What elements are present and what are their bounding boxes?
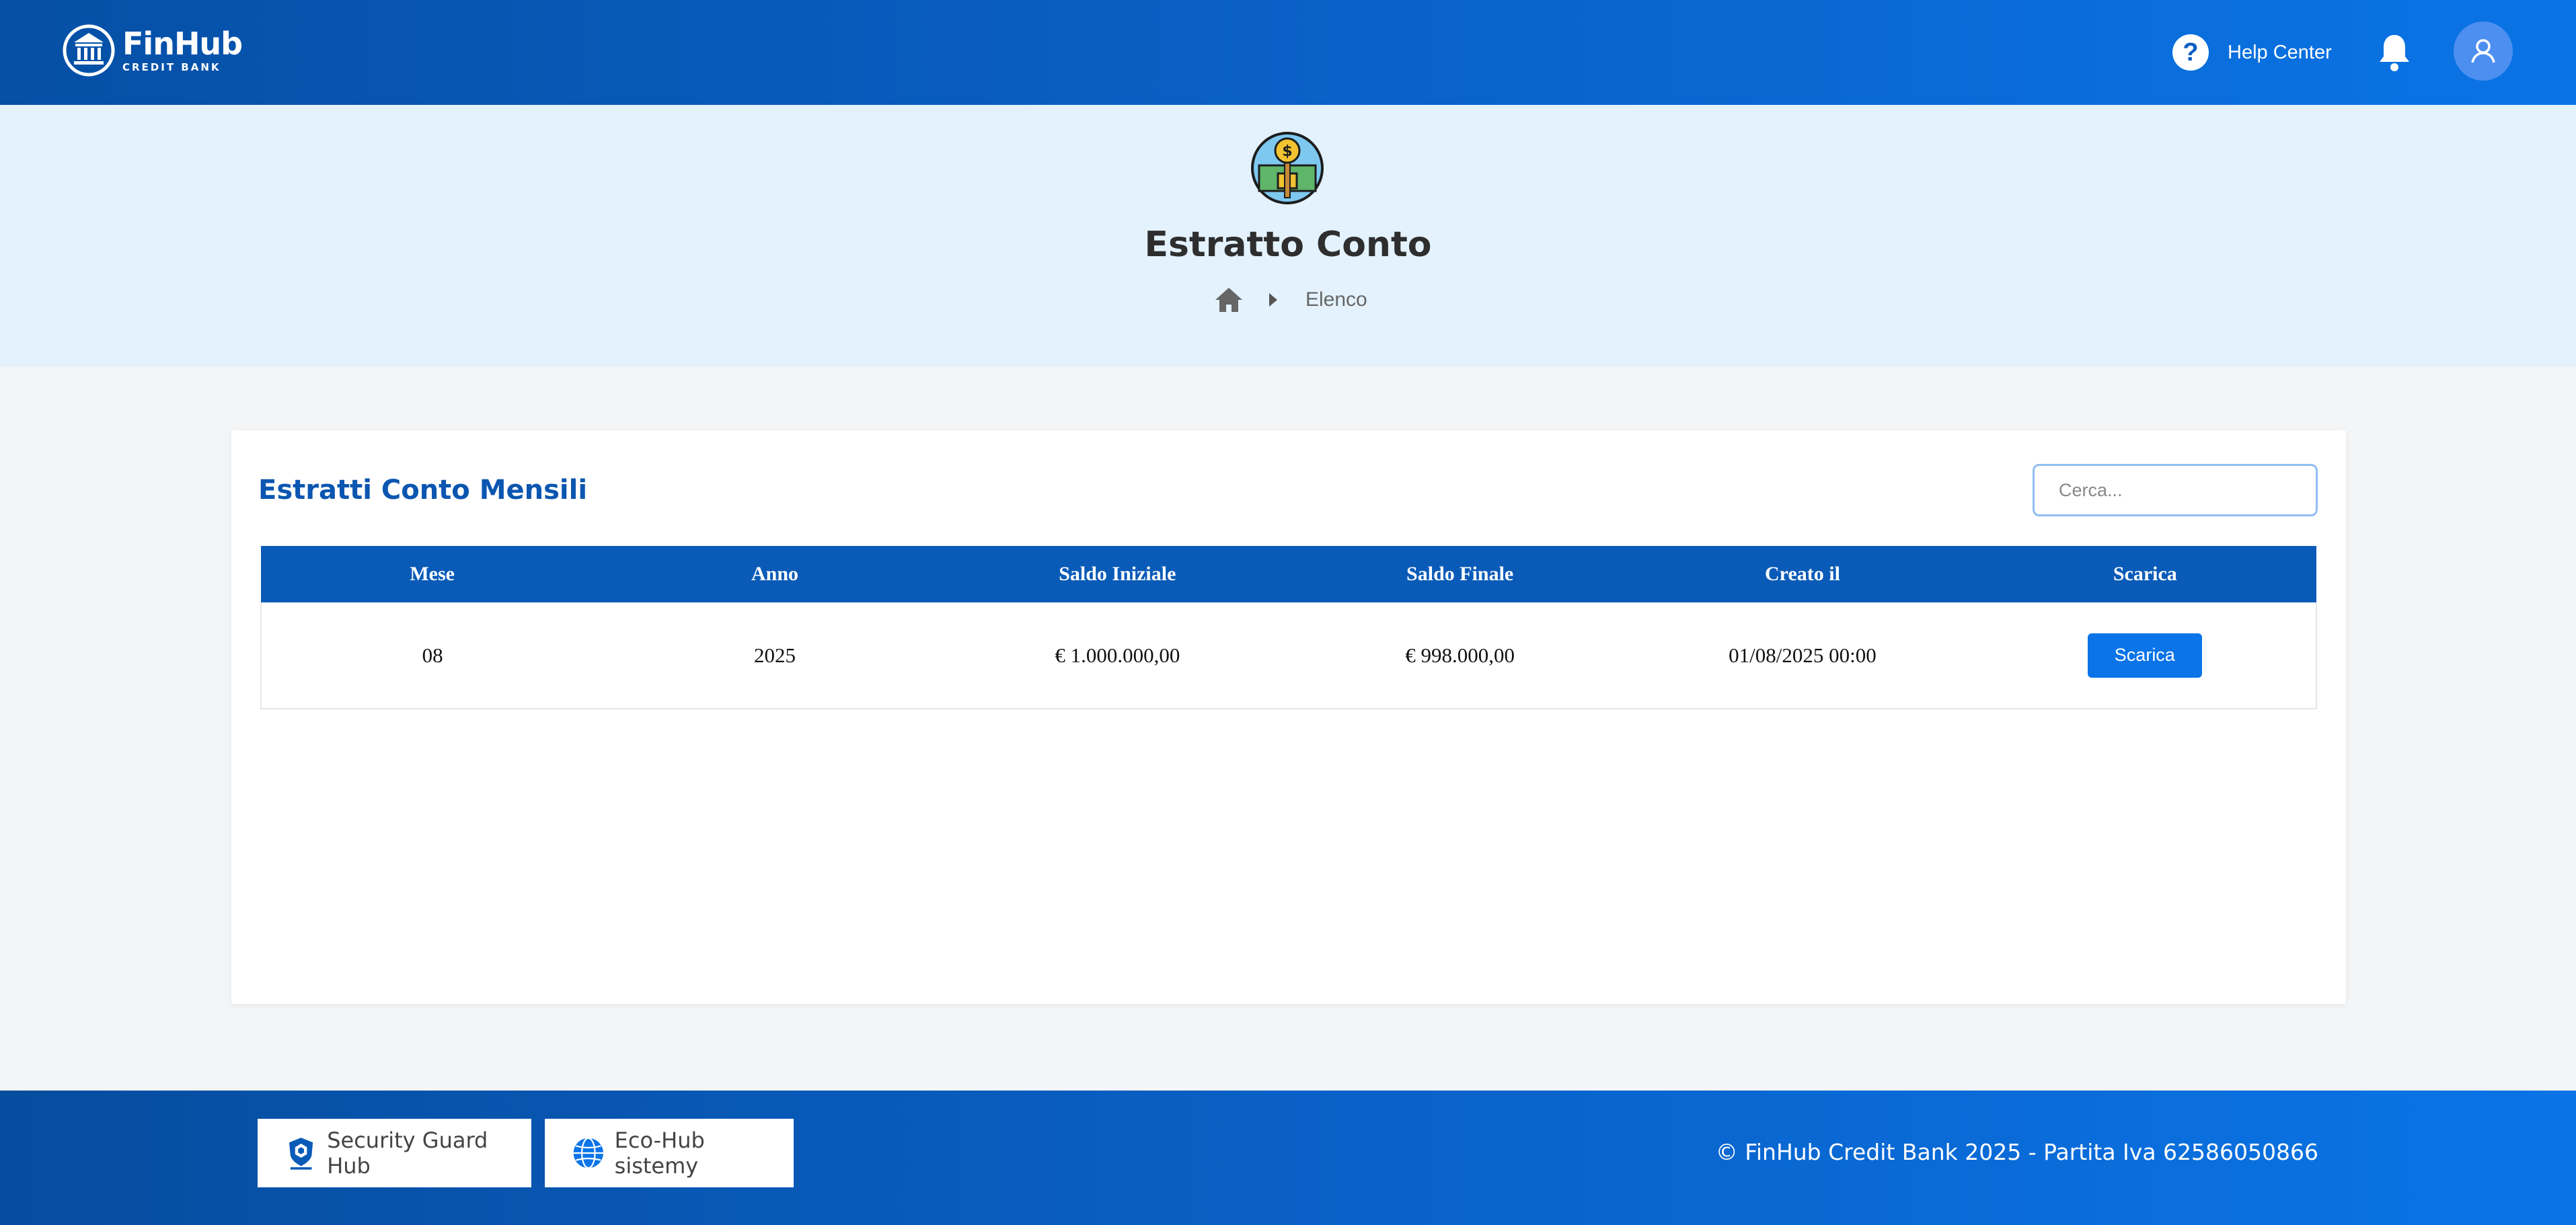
column-header-creato-il: Creato il bbox=[1765, 563, 1840, 585]
copyright-text: © FinHub Credit Bank 2025 - Partita Iva … bbox=[1715, 1139, 2318, 1165]
footer-link-eco-hub[interactable]: Eco-Hub sistemy bbox=[545, 1119, 794, 1187]
column-header-saldo-finale: Saldo Finale bbox=[1406, 563, 1514, 585]
brand-logo[interactable]: FinHub CREDIT BANK bbox=[62, 20, 243, 81]
shield-logo-icon bbox=[289, 1138, 313, 1170]
money-statement-icon: $ bbox=[1251, 132, 1324, 204]
user-avatar-button[interactable] bbox=[2454, 22, 2513, 81]
question-circle-icon: ? bbox=[2172, 34, 2209, 71]
breadcrumb: Elenco bbox=[1214, 285, 1367, 315]
footer-link-label: Security Guard Hub bbox=[327, 1128, 488, 1179]
column-header-anno: Anno bbox=[751, 563, 799, 585]
statements-table: Mese Anno Saldo Iniziale Saldo Finale Cr… bbox=[260, 546, 2317, 709]
cell-saldo-finale: € 998.000,00 bbox=[1405, 643, 1515, 667]
column-header-saldo-iniziale: Saldo Iniziale bbox=[1059, 563, 1176, 585]
column-header-scarica: Scarica bbox=[2113, 563, 2177, 585]
brand-name: FinHub bbox=[122, 26, 243, 62]
footer-link-security-guard-hub[interactable]: Security Guard Hub bbox=[258, 1119, 531, 1187]
cell-scarica: Scarica bbox=[1974, 602, 2316, 709]
search-input[interactable] bbox=[2033, 464, 2318, 516]
help-center-label: Help Center bbox=[2228, 41, 2332, 63]
cell-creato-il: 01/08/2025 00:00 bbox=[1729, 643, 1877, 667]
svg-text:$: $ bbox=[1282, 143, 1292, 160]
bank-building-icon bbox=[63, 24, 115, 77]
card-title: Estratti Conto Mensili bbox=[258, 475, 588, 506]
cell-mese: 08 bbox=[422, 643, 443, 667]
page-hero: $ Estratto Conto Elenco bbox=[0, 105, 2576, 367]
column-header-mese: Mese bbox=[410, 563, 455, 585]
globe-icon bbox=[573, 1137, 603, 1169]
page-footer: Security Guard Hub Eco-Hub sistemy © Fin… bbox=[0, 1091, 2576, 1225]
bell-icon[interactable] bbox=[2376, 32, 2413, 73]
download-button[interactable]: Scarica bbox=[2087, 633, 2202, 678]
home-icon[interactable] bbox=[1214, 286, 1244, 313]
help-center-link[interactable]: ? Help Center bbox=[2172, 32, 2332, 73]
user-icon bbox=[2471, 39, 2495, 63]
table-header-row: Mese Anno Saldo Iniziale Saldo Finale Cr… bbox=[261, 546, 2316, 602]
cell-saldo-iniziale: € 1.000.000,00 bbox=[1055, 643, 1180, 667]
brand-subtitle: CREDIT BANK bbox=[122, 61, 221, 73]
top-navbar: FinHub CREDIT BANK ? Help Center bbox=[0, 0, 2576, 105]
page-title: Estratto Conto bbox=[1144, 225, 1432, 265]
statements-card: Estratti Conto Mensili Mese Anno Saldo I… bbox=[231, 430, 2346, 1004]
cell-anno: 2025 bbox=[753, 643, 796, 667]
chevron-right-icon bbox=[1269, 293, 1277, 307]
table-row: 08 2025 € 1.000.000,00 € 998.000,00 01/0… bbox=[261, 602, 2316, 709]
footer-link-label: Eco-Hub sistemy bbox=[614, 1128, 705, 1179]
breadcrumb-current: Elenco bbox=[1305, 288, 1367, 311]
